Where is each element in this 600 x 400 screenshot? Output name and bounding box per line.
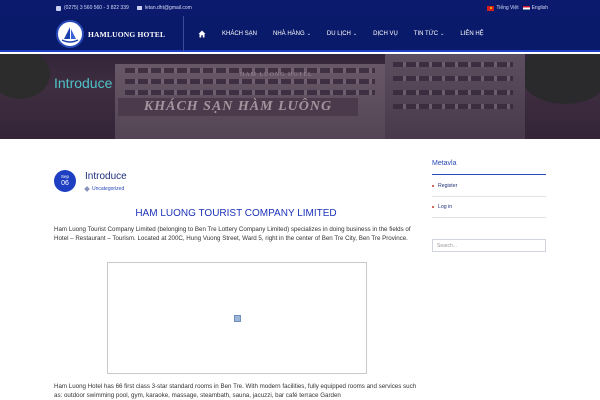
- uk-flag-icon: [522, 5, 530, 11]
- post-date-badge: Sep 06: [54, 170, 76, 192]
- nav-nha-hang[interactable]: NHÀ HÀNG ⌄: [265, 16, 319, 52]
- hotel-paragraph: Ham Luong Hotel has 66 first class 3-sta…: [54, 383, 417, 399]
- nav-label: NHÀ HÀNG: [273, 31, 305, 37]
- post-date-day: 06: [61, 180, 69, 187]
- bullet-icon: [432, 185, 434, 187]
- sidebar-title: Metavla: [432, 160, 457, 167]
- sailboat-logo-icon: [56, 20, 84, 48]
- chevron-down-icon: ⌄: [440, 31, 445, 37]
- nav-lien-he[interactable]: LIÊN HỆ: [452, 16, 491, 52]
- post-category: Uncategorized: [84, 186, 124, 192]
- banner-overlay: [0, 54, 600, 139]
- mail-icon: [136, 6, 142, 10]
- sidebar-title-underline: [432, 174, 546, 175]
- nav-home[interactable]: [190, 16, 214, 52]
- site-logo[interactable]: HAMLUONG HOTEL: [56, 18, 171, 50]
- logo-text: HAMLUONG HOTEL: [88, 29, 166, 39]
- lang-en-option[interactable]: English: [522, 5, 548, 11]
- company-heading: HAM LUONG TOURIST COMPANY LIMITED: [135, 208, 337, 219]
- main-nav: KHÁCH SẠN NHÀ HÀNG ⌄ DU LỊCH ⌄ DỊCH VỤ T…: [190, 16, 492, 52]
- page-banner: HAM LUONG HOTEL KHÁCH SẠN HÀM LUÔNG Intr…: [0, 54, 600, 139]
- lang-vi-option[interactable]: Tiếng Việt: [487, 5, 519, 11]
- email-contact[interactable]: letan.dht@gmail.com: [136, 5, 192, 11]
- lang-vi-label: Tiếng Việt: [496, 5, 519, 11]
- post-date-month: Sep: [60, 174, 69, 179]
- home-icon: [198, 30, 206, 38]
- broken-image-icon: [234, 315, 241, 322]
- nav-khach-san[interactable]: KHÁCH SẠN: [214, 16, 265, 52]
- phone-text: (0275) 3 560 560 - 3 822 339: [64, 5, 129, 11]
- nav-label: KHÁCH SẠN: [222, 31, 258, 37]
- post-category-link[interactable]: Uncategorized: [92, 186, 124, 192]
- vietnam-flag-icon: [487, 5, 495, 11]
- pencil-icon: [84, 186, 90, 192]
- embedded-media-frame[interactable]: [107, 262, 367, 374]
- lang-en-label: English: [531, 5, 548, 11]
- bullet-icon: [432, 206, 434, 208]
- sidebar-link-label: Log in: [438, 204, 453, 210]
- chevron-down-icon: ⌄: [352, 31, 358, 37]
- sidebar-divider: [432, 217, 546, 218]
- nav-label: LIÊN HỆ: [460, 31, 484, 37]
- nav-label: TIN TỨC: [413, 31, 439, 37]
- phone-contact[interactable]: (0275) 3 560 560 - 3 822 339: [56, 5, 129, 11]
- top-bar: (0275) 3 560 560 - 3 822 339 letan.dht@g…: [0, 0, 600, 16]
- search-input[interactable]: [432, 239, 546, 252]
- nav-tin-tuc[interactable]: TIN TỨC ⌄: [406, 16, 453, 52]
- main-header: HAMLUONG HOTEL KHÁCH SẠN NHÀ HÀNG ⌄ DU L…: [0, 16, 600, 52]
- banner-title: Introduce: [54, 75, 113, 91]
- nav-divider: [183, 16, 184, 52]
- email-text: letan.dht@gmail.com: [144, 5, 192, 11]
- sidebar-link-register[interactable]: Register: [432, 183, 457, 189]
- chevron-down-icon: ⌄: [306, 31, 311, 37]
- contact-info: (0275) 3 560 560 - 3 822 339 letan.dht@g…: [56, 5, 192, 11]
- nav-du-lich[interactable]: DU LỊCH ⌄: [319, 16, 365, 52]
- post-title[interactable]: Introduce: [85, 171, 127, 182]
- phone-icon: [56, 5, 61, 11]
- sidebar-divider: [432, 196, 546, 197]
- nav-label: DỊCH VỤ: [373, 31, 398, 37]
- sidebar-link-label: Register: [438, 183, 458, 189]
- sidebar-link-login[interactable]: Log in: [432, 204, 452, 210]
- nav-label: DU LỊCH: [326, 31, 351, 37]
- language-switcher: Tiếng Việt English: [487, 5, 548, 11]
- intro-paragraph: Ham Luong Tourist Company Limited (belon…: [54, 226, 411, 242]
- nav-dich-vu[interactable]: DỊCH VỤ: [365, 16, 406, 52]
